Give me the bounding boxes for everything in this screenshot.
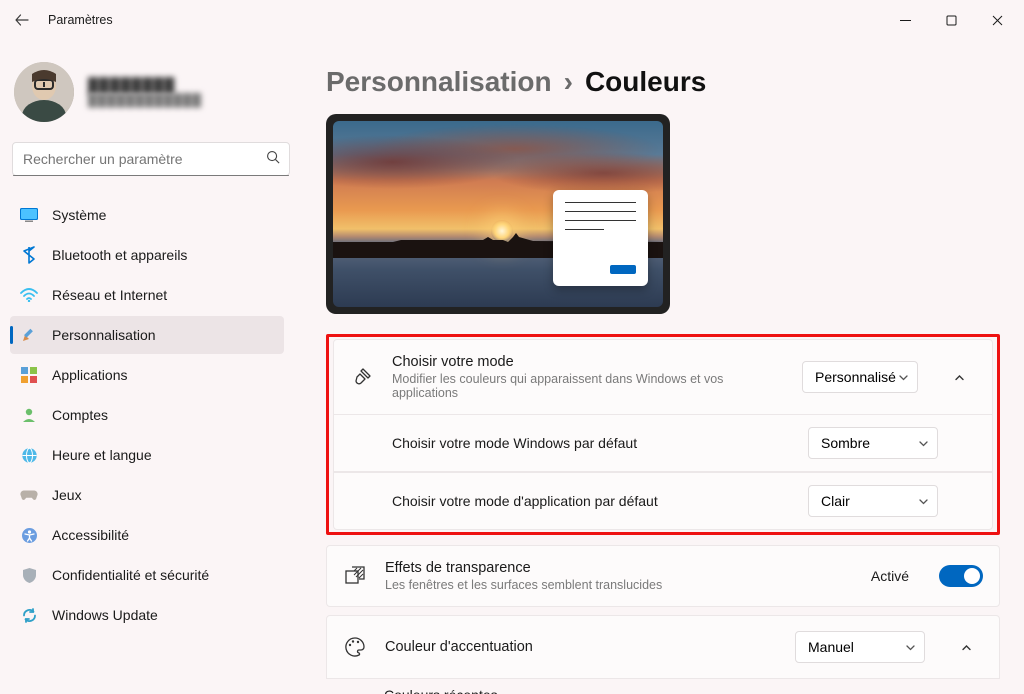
transparency-title: Effets de transparence [385,560,855,576]
mode-title: Choisir votre mode [392,354,786,370]
chevron-down-icon [905,642,916,653]
breadcrumb: Personnalisation › Couleurs [326,40,1000,114]
privacy-icon [20,566,38,584]
close-button[interactable] [974,4,1020,36]
sidebar-item-time-language[interactable]: Heure et langue [10,436,284,474]
nav-label: Comptes [52,407,108,423]
recent-colors-label: Couleurs récentes [326,679,1000,694]
transparency-toggle[interactable] [939,565,983,587]
accent-dropdown[interactable]: Manuel [795,631,925,663]
sidebar-item-applications[interactable]: Applications [10,356,284,394]
sidebar-item-bluetooth[interactable]: Bluetooth et appareils [10,236,284,274]
maximize-button[interactable] [928,4,974,36]
highlight-annotation: Choisir votre mode Modifier les couleurs… [326,334,1000,535]
accent-card[interactable]: Couleur d'accentuation Manuel [326,615,1000,679]
sidebar-item-games[interactable]: Jeux [10,476,284,514]
brush-icon [348,366,376,388]
nav-label: Heure et langue [52,447,152,463]
avatar [14,62,74,122]
sidebar-item-accessibility[interactable]: Accessibilité [10,516,284,554]
mode-collapse-button[interactable] [942,360,976,394]
profile-name: ████████ [88,77,202,93]
sidebar: ████████ ████████████ Système Bluetooth … [0,40,300,694]
transparency-state-label: Activé [871,568,909,584]
transparency-subtitle: Les fenêtres et les surfaces semblent tr… [385,578,855,592]
search-icon [262,150,281,168]
nav-label: Windows Update [52,607,158,623]
nav-label: Personnalisation [52,327,156,343]
mode-card[interactable]: Choisir votre mode Modifier les couleurs… [333,339,993,415]
chevron-down-icon [918,496,929,507]
sidebar-item-personalization[interactable]: Personnalisation [10,316,284,354]
windows-mode-row: Choisir votre mode Windows par défaut So… [333,415,993,472]
sidebar-item-system[interactable]: Système [10,196,284,234]
chevron-down-icon [898,372,909,383]
nav-label: Accessibilité [52,527,129,543]
nav-label: Bluetooth et appareils [52,247,187,263]
app-mode-dropdown[interactable]: Clair [808,485,938,517]
accessibility-icon [20,526,38,544]
search-input[interactable] [23,151,262,167]
back-button[interactable] [4,2,40,38]
nav-label: Applications [52,367,128,383]
bluetooth-icon [20,246,38,264]
update-icon [20,606,38,624]
palette-icon [341,636,369,658]
main-content: Personnalisation › Couleurs Choisir votr… [300,40,1024,694]
accent-collapse-button[interactable] [949,630,983,664]
nav-label: Réseau et Internet [52,287,167,303]
profile-email: ████████████ [88,93,202,107]
time-language-icon [20,446,38,464]
breadcrumb-separator: › [564,66,573,98]
network-icon [20,286,38,304]
app-title: Paramètres [40,13,113,27]
games-icon [20,486,38,504]
personalization-icon [20,326,38,344]
apps-icon [20,366,38,384]
transparency-icon [341,565,369,587]
search-box[interactable] [12,142,290,176]
sidebar-item-accounts[interactable]: Comptes [10,396,284,434]
nav-label: Confidentialité et sécurité [52,567,209,583]
mode-dropdown[interactable]: Personnalisé [802,361,918,393]
app-mode-label: Choisir votre mode d'application par déf… [392,493,808,509]
nav-label: Jeux [52,487,82,503]
windows-mode-dropdown[interactable]: Sombre [808,427,938,459]
breadcrumb-current: Couleurs [585,66,706,98]
transparency-card[interactable]: Effets de transparence Les fenêtres et l… [326,545,1000,607]
minimize-button[interactable] [882,4,928,36]
nav-list: Système Bluetooth et appareils Réseau et… [10,196,290,634]
sidebar-item-privacy[interactable]: Confidentialité et sécurité [10,556,284,594]
breadcrumb-parent[interactable]: Personnalisation [326,66,552,98]
windows-mode-label: Choisir votre mode Windows par défaut [392,435,808,451]
theme-preview [326,114,670,314]
preview-window-mock [553,190,648,286]
nav-label: Système [52,207,106,223]
chevron-up-icon [953,371,966,384]
chevron-down-icon [918,438,929,449]
profile-block[interactable]: ████████ ████████████ [10,46,290,142]
accent-title: Couleur d'accentuation [385,639,779,655]
system-icon [20,206,38,224]
title-bar: Paramètres [0,0,1024,40]
accounts-icon [20,406,38,424]
app-mode-row: Choisir votre mode d'application par déf… [333,472,993,530]
mode-subtitle: Modifier les couleurs qui apparaissent d… [392,372,786,400]
sidebar-item-windows-update[interactable]: Windows Update [10,596,284,634]
sidebar-item-network[interactable]: Réseau et Internet [10,276,284,314]
chevron-up-icon [960,641,973,654]
